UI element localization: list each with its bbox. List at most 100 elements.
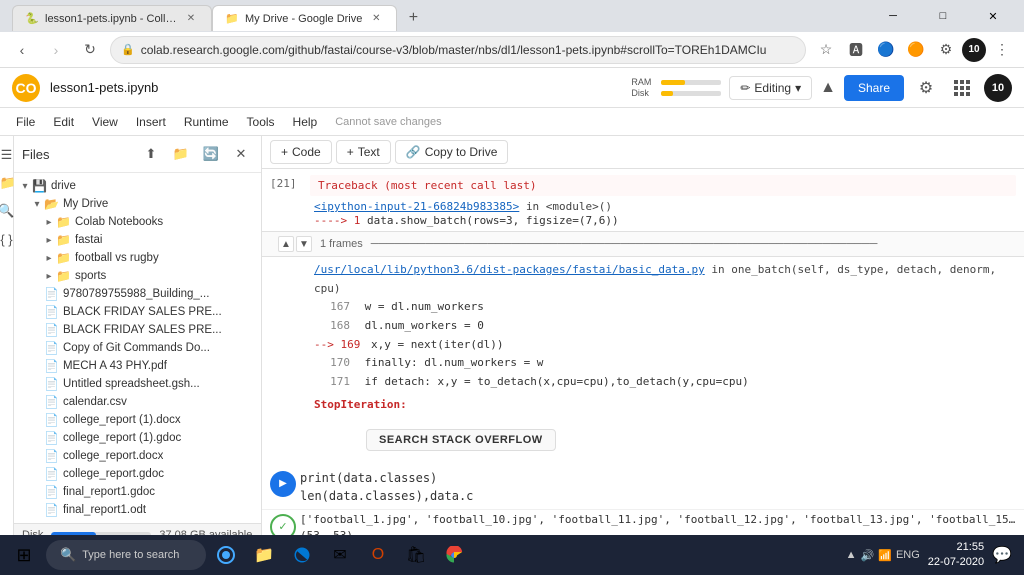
file12-label: final_report1.gdoc [63, 486, 155, 498]
waffle-button[interactable] [948, 74, 976, 102]
systray-arrow[interactable]: ▲ [846, 549, 857, 561]
tab-colab-close[interactable]: ✕ [183, 11, 199, 27]
menu-edit[interactable]: Edit [45, 112, 82, 132]
tree-item-file4[interactable]: ▸ 📄 Copy of Git Commands Do... [14, 339, 261, 357]
file1-icon: 📄 [44, 287, 59, 301]
cell-code-area[interactable]: print(data.classes) len(data.classes),da… [300, 469, 832, 505]
taskbar-mail[interactable]: ✉ [322, 537, 358, 573]
cell-expand-button[interactable]: ⤢ [966, 469, 990, 493]
search-stackoverflow-button[interactable]: SEARCH STACK OVERFLOW [366, 429, 556, 451]
taskbar-cortana[interactable] [208, 537, 244, 573]
tree-item-file10[interactable]: ▸ 📄 college_report.docx [14, 447, 261, 465]
traceback-file-section: /usr/local/lib/python3.6/dist-packages/f… [262, 257, 1024, 396]
tree-item-file11[interactable]: ▸ 📄 college_report.gdoc [14, 465, 261, 483]
tree-item-file7[interactable]: ▸ 📄 calendar.csv [14, 393, 261, 411]
share-button[interactable]: Share [844, 75, 904, 101]
tree-item-drive[interactable]: ▾ 💾 drive [14, 177, 261, 195]
colab-logo-text: CO [16, 80, 37, 96]
editing-button[interactable]: ✏ Editing ▾ [729, 76, 812, 100]
menu-file[interactable]: File [8, 112, 43, 132]
new-folder-button[interactable]: 📁 [169, 142, 193, 166]
taskbar-store[interactable]: 🛍 [398, 537, 434, 573]
tree-item-mydrive[interactable]: ▾ 📂 My Drive [14, 195, 261, 213]
new-tab-button[interactable]: + [399, 5, 427, 31]
refresh-button[interactable]: 🔄 [199, 142, 223, 166]
frame-down-button[interactable]: ▼ [296, 236, 312, 252]
cell-move-down-button[interactable]: ↓ [862, 469, 886, 493]
collapse-icon[interactable]: ▲ [820, 79, 836, 97]
file2-label: BLACK FRIDAY SALES PRE... [63, 306, 222, 318]
tree-item-file2[interactable]: ▸ 📄 BLACK FRIDAY SALES PRE... [14, 303, 261, 321]
file10-icon: 📄 [44, 449, 59, 463]
profile-button[interactable]: 10 [962, 38, 986, 62]
sidebar-header: Files ⬆ 📁 🔄 ✕ [14, 136, 261, 173]
profile-avatar[interactable]: 10 [984, 74, 1012, 102]
systray-icon2: 📶 [878, 549, 892, 562]
tree-item-file3[interactable]: ▸ 📄 BLACK FRIDAY SALES PRE... [14, 321, 261, 339]
close-sidebar-button[interactable]: ✕ [229, 142, 253, 166]
start-button[interactable]: ⊞ [4, 537, 44, 573]
tree-item-file5[interactable]: ▸ 📄 MECH A 43 PHY.pdf [14, 357, 261, 375]
tree-item-sports[interactable]: ▸ 📁 sports [14, 267, 261, 285]
browser-actions: ☆ 🅰 🔵 🟠 ⚙ 10 ⋮ [812, 36, 1016, 64]
tree-item-fastai[interactable]: ▸ 📁 fastai [14, 231, 261, 249]
cell-settings-button[interactable]: ⚙ [914, 469, 938, 493]
tree-item-file1[interactable]: ▸ 📄 9780789755988_Building_... [14, 285, 261, 303]
output-text-line1: ['football_1.jpg', 'football_10.jpg', 'f… [300, 512, 1016, 529]
minimize-button[interactable]: ─ [870, 0, 916, 32]
taskbar-edge[interactable] [284, 537, 320, 573]
ext1-button[interactable]: 🅰 [842, 36, 870, 64]
tab-colab[interactable]: 🐍 lesson1-pets.ipynb - Collaborato ✕ [12, 5, 212, 31]
taskbar-office[interactable]: O [360, 537, 396, 573]
file-path-link[interactable]: /usr/local/lib/python3.6/dist-packages/f… [314, 263, 705, 276]
cell-move-up-button[interactable]: ↑ [836, 469, 860, 493]
taskbar-search-bar[interactable]: 🔍 Type here to search [46, 540, 206, 570]
ext4-button[interactable]: ⚙ [932, 36, 960, 64]
url-bar[interactable]: 🔒 colab.research.google.com/github/fasta… [110, 36, 806, 64]
menu-view[interactable]: View [84, 112, 126, 132]
cell-run-button[interactable]: ▶ [270, 471, 296, 497]
traceback-arrow-line: ----> 1 data.show_batch(rows=3, figsize=… [262, 213, 1024, 227]
add-code-button[interactable]: + Code [270, 140, 332, 164]
ram-bar-fill [661, 80, 685, 85]
tab-gdrive[interactable]: 📁 My Drive - Google Drive ✕ [212, 5, 397, 31]
settings-button[interactable]: ⚙ [912, 74, 940, 102]
taskbar-chrome[interactable] [436, 537, 472, 573]
menu-help[interactable]: Help [285, 112, 326, 132]
frame-up-button[interactable]: ▲ [278, 236, 294, 252]
tree-item-football-vs-rugby[interactable]: ▸ 📁 football vs rugby [14, 249, 261, 267]
colab-title: lesson1-pets.ipynb [50, 80, 158, 95]
menu-tools[interactable]: Tools [239, 112, 283, 132]
cell-link-button[interactable]: 🔗 [888, 469, 912, 493]
ext3-button[interactable]: 🟠 [902, 36, 930, 64]
browser-menu-button[interactable]: ⋮ [988, 36, 1016, 64]
file7-label: calendar.csv [63, 396, 127, 408]
close-button[interactable]: ✕ [970, 0, 1016, 32]
copy-to-drive-button[interactable]: 🔗 Copy to Drive [395, 140, 509, 164]
tree-item-colab-notebooks[interactable]: ▸ 📁 Colab Notebooks [14, 213, 261, 231]
traceback-file-link[interactable]: <ipython-input-21-66824b983385> [314, 200, 519, 213]
bookmark-button[interactable]: ☆ [812, 36, 840, 64]
forward-button[interactable]: › [42, 36, 70, 64]
taskbar-explorer[interactable]: 📁 [246, 537, 282, 573]
tree-item-file6[interactable]: ▸ 📄 Untitled spreadsheet.gsh... [14, 375, 261, 393]
drive-label: drive [51, 180, 76, 192]
window-controls: ─ □ ✕ [870, 0, 1016, 32]
tree-item-file8[interactable]: ▸ 📄 college_report (1).docx [14, 411, 261, 429]
cell-more-button[interactable]: ⋮ [992, 469, 1016, 493]
upload-file-button[interactable]: ⬆ [139, 142, 163, 166]
tree-item-file12[interactable]: ▸ 📄 final_report1.gdoc [14, 483, 261, 501]
tree-item-file13[interactable]: ▸ 📄 final_report1.odt [14, 501, 261, 519]
menu-runtime[interactable]: Runtime [176, 112, 237, 132]
menu-insert[interactable]: Insert [128, 112, 174, 132]
maximize-button[interactable]: □ [920, 0, 966, 32]
add-text-button[interactable]: + Text [336, 140, 391, 164]
tab-gdrive-close[interactable]: ✕ [368, 11, 384, 27]
notification-icon[interactable]: 💬 [992, 545, 1012, 565]
cell-delete-button[interactable]: 🗑 [940, 469, 964, 493]
url-text: colab.research.google.com/github/fastai/… [141, 43, 795, 57]
tree-item-file9[interactable]: ▸ 📄 college_report (1).gdoc [14, 429, 261, 447]
reload-button[interactable]: ↻ [76, 36, 104, 64]
ext2-button[interactable]: 🔵 [872, 36, 900, 64]
back-button[interactable]: ‹ [8, 36, 36, 64]
